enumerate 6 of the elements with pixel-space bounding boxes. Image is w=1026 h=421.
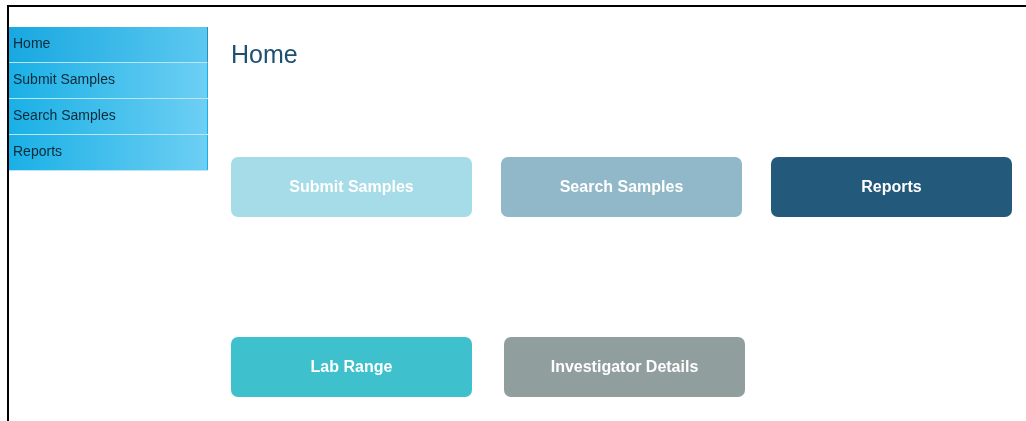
page-title: Home (231, 39, 299, 69)
sidebar-item[interactable]: Submit Samples (9, 63, 208, 99)
sidebar-item[interactable]: Reports (9, 135, 208, 171)
sidebar-item[interactable]: Search Samples (9, 99, 208, 135)
sidebar-item[interactable]: Home (9, 27, 208, 63)
tile-button[interactable]: Reports (771, 157, 1012, 217)
